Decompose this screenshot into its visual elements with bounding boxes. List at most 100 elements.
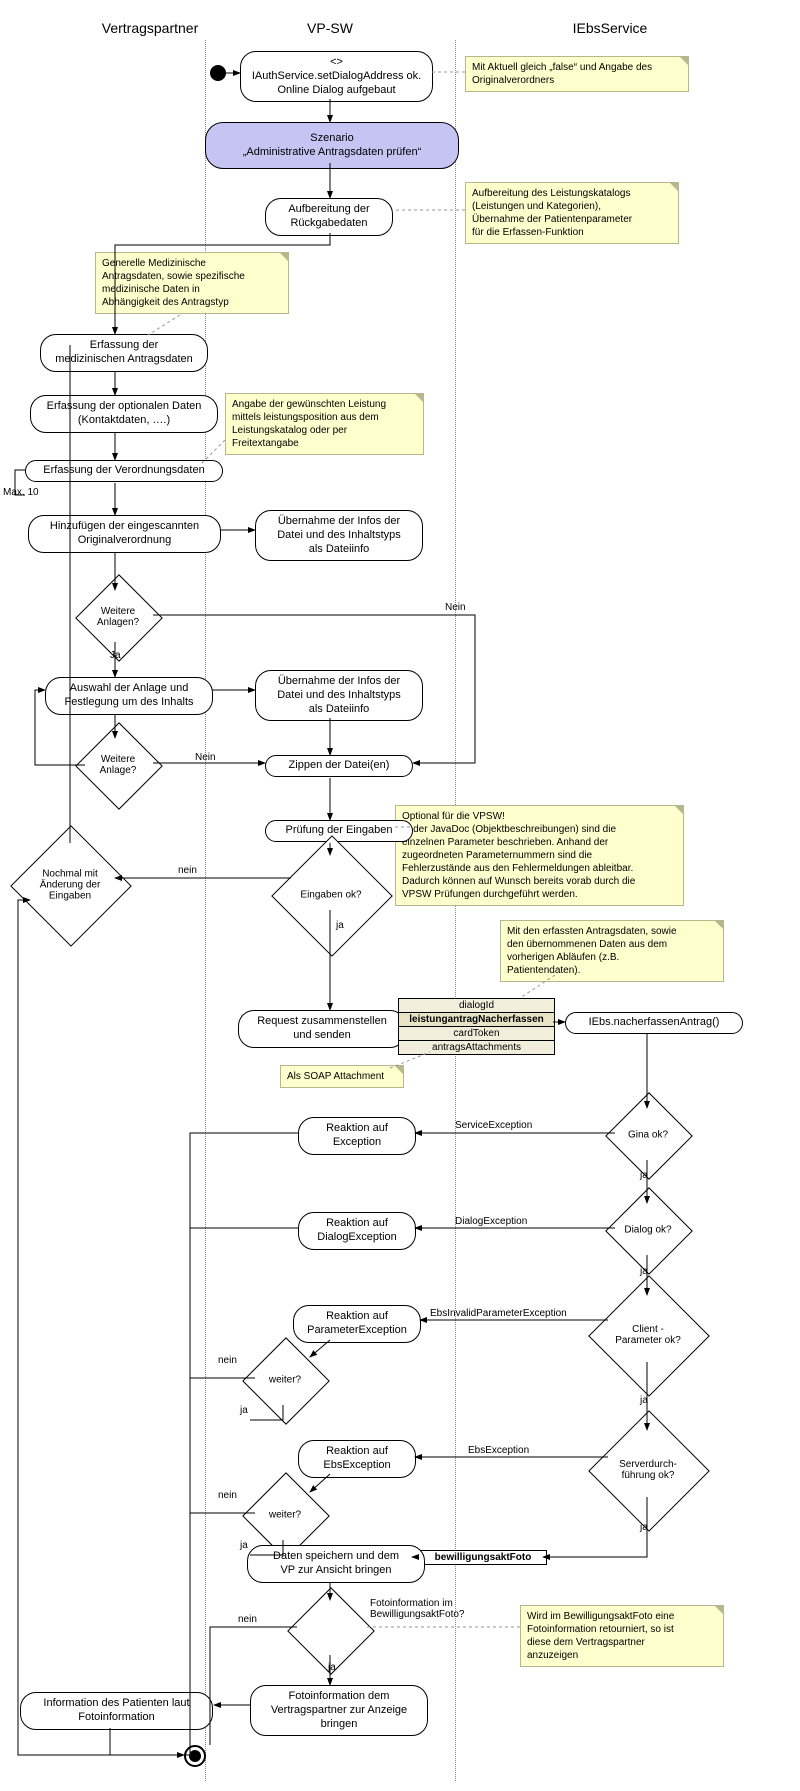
label-ja-dialog: ja — [640, 1266, 648, 1277]
decision-eingaben-ok-text: Eingaben ok? — [296, 890, 366, 901]
activity-foto-anzeige-text: Fotoinformation demVertragspartner zur A… — [271, 1690, 407, 1730]
label-ja-w2: ja — [240, 1540, 248, 1551]
decision-weitere-anlagen1: WeitereAnlagen? — [83, 592, 153, 642]
label-nein-w2: nein — [218, 1490, 237, 1501]
decision-foto — [295, 1605, 365, 1655]
decision-dialog-text: Dialog ok? — [613, 1225, 683, 1236]
note-soap: Als SOAP Attachment — [280, 1065, 404, 1088]
activity-info-patient: Information des Patienten lautFotoinform… — [20, 1692, 213, 1730]
label-svc-exc: ServiceException — [455, 1120, 532, 1131]
param-bewilligungsaktfoto: bewilligungsaktFoto — [419, 1550, 547, 1565]
decision-weitere-anlagen2-text: WeitereAnlage? — [83, 754, 153, 776]
param-leistung: leistungantragNacherfassen — [399, 1013, 554, 1027]
precondition-stereotype: <> — [330, 56, 343, 68]
activity-med-antrag: Erfassung dermedizinischen Antragsdaten — [40, 334, 208, 372]
label-ja-param: ja — [640, 1395, 648, 1406]
activity-verordnungsdaten-text: Erfassung der Verordnungsdaten — [43, 464, 204, 476]
note-optional-vpsw-text: Optional für die VPSW!In der JavaDoc (Ob… — [402, 811, 635, 900]
activity-uebernahme2: Übernahme der Infos derDatei und des Inh… — [255, 670, 423, 721]
activity-re-param-text: Reaktion aufParameterException — [307, 1310, 407, 1336]
activity-auswahl-anlage: Auswahl der Anlage undFestlegung um des … — [45, 677, 213, 715]
precondition-line1: IAuthService.setDialogAddress ok. — [252, 70, 421, 82]
activity-re-exc-text: Reaktion aufException — [326, 1122, 388, 1148]
label-nein-anlagen2: Nein — [195, 752, 216, 763]
label-ja-foto: ja — [328, 1662, 336, 1673]
decision-weitere-anlagen2: WeitereAnlage? — [83, 740, 153, 790]
decision-server: Serverdurch-führung ok? — [613, 1445, 683, 1495]
note-med-text: Generelle MedizinischeAntragsdaten, sowi… — [102, 258, 245, 308]
note-erfasst-text: Mit den erfassten Antragsdaten, sowieden… — [507, 926, 677, 976]
activity-info-patient-text: Information des Patienten lautFotoinform… — [43, 1697, 189, 1723]
decision-eingaben-ok: Eingaben ok? — [296, 870, 366, 920]
note-foto-ret-text: Wird im BewilligungsaktFoto eineFotoinfo… — [527, 1611, 674, 1661]
label-ja-server: ja — [640, 1522, 648, 1533]
param-box: dialogId leistungantragNacherfassen card… — [398, 998, 555, 1055]
activity-foto-anzeige: Fotoinformation demVertragspartner zur A… — [250, 1685, 428, 1736]
decision-server-text: Serverdurch-führung ok? — [613, 1459, 683, 1481]
activity-uebernahme1-text: Übernahme der Infos derDatei und des Inh… — [277, 515, 401, 555]
lane-header-vpsw: VP-SW — [270, 20, 390, 36]
activity-re-param: Reaktion aufParameterException — [293, 1305, 421, 1343]
activity-hinzu-scan: Hinzufügen der eingescanntenOriginalvero… — [28, 515, 221, 553]
note-aufbereitung-text: Aufbereitung des Leistungskatalogs(Leist… — [472, 188, 632, 238]
label-nein-anlagen1: Nein — [445, 602, 466, 613]
note-leistung: Angabe der gewünschten Leistungmittels l… — [225, 393, 424, 455]
activity-verordnungsdaten: Erfassung der Verordnungsdaten — [25, 460, 223, 482]
note-med: Generelle MedizinischeAntragsdaten, sowi… — [95, 252, 289, 314]
scenario-text: „Administrative Antragsdaten prüfen“ — [243, 146, 422, 158]
label-ja-w1: ja — [240, 1405, 248, 1416]
diagram-canvas: Vertragspartner VP-SW IEbsService <> IAu… — [0, 0, 800, 1791]
label-nein-foto: nein — [238, 1614, 257, 1625]
decision-weiter1: weiter? — [250, 1355, 320, 1405]
activity-daten-speichern-text: Daten speichern und demVP zur Ansicht br… — [273, 1550, 399, 1576]
label-max10: Max. 10 — [3, 487, 39, 498]
decision-client-param-text: Client -Parameter ok? — [613, 1324, 683, 1346]
label-nein-w1: nein — [218, 1355, 237, 1366]
decision-dialog: Dialog ok? — [613, 1205, 683, 1255]
activity-re-dlg: Reaktion aufDialogException — [298, 1212, 416, 1250]
activity-re-dlg-text: Reaktion aufDialogException — [317, 1217, 397, 1243]
activity-re-ebs-text: Reaktion aufEbsException — [323, 1445, 390, 1471]
activity-daten-speichern: Daten speichern und demVP zur Ansicht br… — [247, 1545, 425, 1583]
activity-pruefung: Prüfung der Eingaben — [265, 820, 413, 842]
label-dlg-exc: DialogException — [455, 1216, 527, 1227]
activity-hinzu-scan-text: Hinzufügen der eingescanntenOriginalvero… — [50, 520, 199, 546]
lane-divider-2 — [455, 40, 456, 1781]
decision-client-param: Client -Parameter ok? — [613, 1310, 683, 1360]
decision-weitere-anlagen1-text: WeitereAnlagen? — [83, 606, 153, 628]
activity-opt-daten-text: Erfassung der optionalen Daten(Kontaktda… — [47, 400, 202, 426]
decision-weiter1-text: weiter? — [250, 1375, 320, 1386]
activity-uebernahme2-text: Übernahme der Infos derDatei und des Inh… — [277, 675, 401, 715]
activity-med-antrag-text: Erfassung dermedizinischen Antragsdaten — [55, 339, 193, 365]
label-ja-gina: ja — [640, 1170, 648, 1181]
precondition-line2: Online Dialog aufgebaut — [277, 84, 395, 96]
decision-gina-text: Gina ok? — [613, 1130, 683, 1141]
decision-weiter2: weiter? — [250, 1490, 320, 1540]
param-dialogId: dialogId — [399, 999, 554, 1013]
decision-gina: Gina ok? — [613, 1110, 683, 1160]
activity-zippen: Zippen der Datei(en) — [265, 755, 413, 777]
activity-iebs-call: IEbs.nacherfassenAntrag() — [565, 1012, 743, 1034]
note-leistung-text: Angabe der gewünschten Leistungmittels l… — [232, 399, 386, 449]
decision-foto-label: Fotoinformation imBewilligungsaktFoto? — [370, 1598, 490, 1620]
label-nein-eingaben: nein — [178, 865, 197, 876]
decision-weiter2-text: weiter? — [250, 1510, 320, 1521]
note-aufbereitung: Aufbereitung des Leistungskatalogs(Leist… — [465, 182, 679, 244]
label-ja-anlagen1: Ja — [110, 650, 121, 661]
label-ja-eingaben: ja — [336, 920, 344, 931]
lane-header-vertragspartner: Vertragspartner — [60, 20, 240, 36]
activity-zippen-text: Zippen der Datei(en) — [289, 759, 390, 771]
start-node — [210, 65, 226, 81]
note-erfasst: Mit den erfassten Antragsdaten, sowieden… — [500, 920, 724, 982]
scenario-activity: Szenario „Administrative Antragsdaten pr… — [205, 122, 459, 169]
param-cardToken: cardToken — [399, 1027, 554, 1041]
activity-re-ebs: Reaktion aufEbsException — [298, 1440, 416, 1478]
decision-nochmal-text: Nochmal mitÄnderung derEingaben — [35, 869, 105, 902]
activity-re-exc: Reaktion aufException — [298, 1117, 416, 1155]
note-foto-ret: Wird im BewilligungsaktFoto eineFotoinfo… — [520, 1605, 724, 1667]
scenario-title: Szenario — [310, 132, 353, 144]
note-aktuell-text: Mit Aktuell gleich „false“ und Angabe de… — [472, 62, 652, 86]
note-aktuell: Mit Aktuell gleich „false“ und Angabe de… — [465, 56, 689, 92]
label-param-exc: EbsInvalidParameterException — [430, 1308, 567, 1319]
activity-uebernahme1: Übernahme der Infos derDatei und des Inh… — [255, 510, 423, 561]
